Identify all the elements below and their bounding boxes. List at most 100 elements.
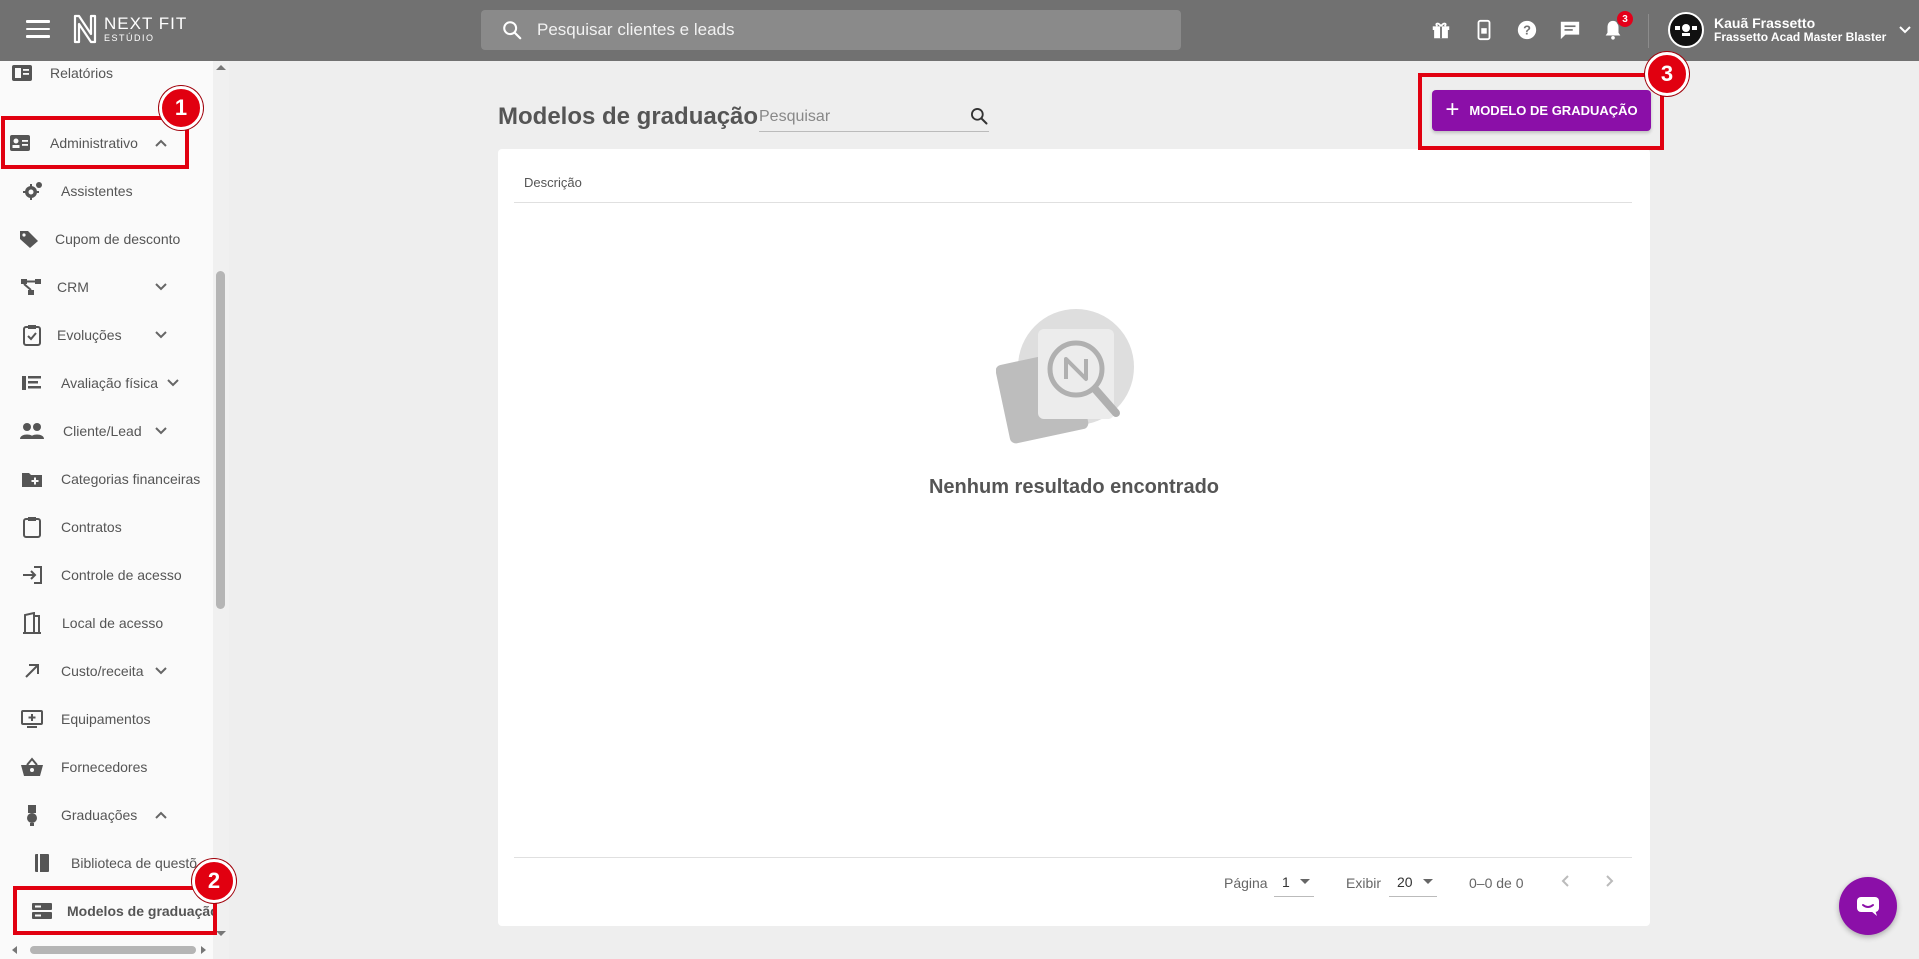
chevron-down-icon <box>1899 26 1912 34</box>
gear-icon <box>20 179 44 203</box>
scroll-up-arrow-icon[interactable] <box>215 63 227 71</box>
medal-icon <box>20 803 44 827</box>
sidebar-item-label: Relatórios <box>50 65 114 81</box>
user-subtitle: Frassetto Acad Master Blaster <box>1714 30 1887 45</box>
chat-support-button[interactable] <box>1839 877 1897 935</box>
sidebar-item-cliente-lead[interactable]: Cliente/Lead <box>0 411 210 451</box>
empty-search-illustration-icon <box>996 309 1134 444</box>
sidebar-item-fornecedores[interactable]: Fornecedores <box>0 747 210 787</box>
sidebar-item-crm[interactable]: CRM <box>0 267 210 307</box>
chevron-down-icon <box>155 331 167 339</box>
search-icon <box>503 21 522 40</box>
plus-icon: + <box>1445 95 1460 123</box>
results-card: Descrição Nenhum resultado encontrado Pá… <box>498 149 1650 926</box>
svg-text:?: ? <box>1523 23 1531 38</box>
topbar-divider <box>1648 14 1649 48</box>
add-graduation-model-button[interactable]: + MODELO DE GRADUAÇÃO <box>1432 90 1651 131</box>
book-icon <box>30 851 54 875</box>
chat-icon[interactable] <box>1557 17 1583 43</box>
gift-icon[interactable] <box>1428 17 1454 43</box>
next-page-button[interactable] <box>1598 869 1622 893</box>
footer-divider <box>514 857 1632 858</box>
page-select[interactable]: 1 <box>1274 867 1314 897</box>
menu-icon[interactable] <box>26 20 50 40</box>
sidebar-item-label: Graduações <box>61 807 138 823</box>
logo-title: NEXT FIT <box>104 14 188 33</box>
sidebar-item-label: Administrativo <box>50 135 138 151</box>
tag-icon <box>17 227 41 251</box>
help-icon[interactable]: ? <box>1514 17 1540 43</box>
chevron-up-icon <box>155 139 167 147</box>
sidebar-item-label: Controle de acesso <box>61 567 182 583</box>
sidebar-item-contratos[interactable]: Contratos <box>0 507 210 547</box>
sidebar-item-label: Equipamentos <box>61 711 151 727</box>
sidebar-item-categorias-financeiras[interactable]: Categorias financeiras <box>0 459 210 499</box>
rows-per-page-value: 20 <box>1397 873 1413 890</box>
report-icon <box>10 61 34 85</box>
crm-icon <box>19 275 43 299</box>
chevron-left-icon <box>1561 875 1569 887</box>
global-search-input[interactable] <box>537 20 1137 40</box>
sidebar-item-label: Avaliação física <box>61 375 159 391</box>
sidebar-item-biblioteca-questoes[interactable]: Biblioteca de questõ <box>0 843 210 883</box>
notifications-bell-icon[interactable]: 3 <box>1600 10 1634 43</box>
annotation-marker-1: 1 <box>159 86 203 130</box>
chevron-down-icon <box>155 667 167 675</box>
chevron-down-icon <box>155 427 167 435</box>
user-menu[interactable]: Kauã Frassetto Frassetto Acad Master Bla… <box>1668 12 1912 48</box>
sidebar-item-local-acesso[interactable]: Local de acesso <box>0 603 210 643</box>
door-icon <box>20 611 44 635</box>
sidebar-item-evolucoes[interactable]: Evoluções <box>0 315 210 355</box>
sidebar-item-cupom[interactable]: Cupom de desconto <box>0 219 210 259</box>
global-search[interactable] <box>481 10 1181 50</box>
sidebar-item-label: Assistentes <box>61 183 133 199</box>
sidebar: Relatórios Administrativo Assistentes Cu… <box>0 61 229 959</box>
caret-down-icon <box>1422 879 1433 884</box>
page-title: Modelos de graduação <box>498 103 759 130</box>
scroll-down-arrow-icon[interactable] <box>215 930 227 938</box>
sidebar-item-label: Cliente/Lead <box>63 423 142 439</box>
folder-add-icon <box>20 467 44 491</box>
sidebar-horizontal-scroll-thumb[interactable] <box>30 946 196 954</box>
people-icon <box>20 419 44 443</box>
clipboard-icon <box>20 323 44 347</box>
clipboard-blank-icon <box>20 515 44 539</box>
search-input[interactable] <box>759 107 959 126</box>
column-header-descricao[interactable]: Descrição <box>524 175 582 190</box>
header-divider <box>514 202 1632 203</box>
avatar <box>1668 12 1704 48</box>
annotation-marker-3: 3 <box>1645 52 1689 96</box>
sidebar-item-avaliacao-fisica[interactable]: Avaliação física <box>0 363 210 403</box>
search-icon[interactable] <box>969 106 989 126</box>
scroll-left-arrow-icon[interactable] <box>10 945 18 955</box>
sidebar-item-graduacoes[interactable]: Graduações <box>0 795 210 835</box>
storage-icon <box>30 899 54 923</box>
rows-per-page-label: Exibir <box>1346 875 1382 891</box>
previous-page-button[interactable] <box>1553 869 1577 893</box>
sidebar-item-custo-receita[interactable]: Custo/receita <box>0 651 210 691</box>
page-search[interactable] <box>759 102 989 132</box>
login-icon <box>20 563 44 587</box>
logo[interactable]: NEXT FIT ESTÚDIO <box>72 14 187 44</box>
range-text: 0–0 de 0 <box>1469 875 1524 891</box>
user-name: Kauã Frassetto <box>1714 15 1816 32</box>
sidebar-item-assistentes[interactable]: Assistentes <box>0 171 210 211</box>
sidebar-item-controle-acesso[interactable]: Controle de acesso <box>0 555 210 595</box>
chevron-up-icon <box>155 811 167 819</box>
chat-bubble-icon <box>1857 897 1879 916</box>
sidebar-item-modelos-graduacao[interactable]: Modelos de graduação <box>0 891 219 931</box>
ruler-icon <box>20 371 44 395</box>
rows-per-page-select[interactable]: 20 <box>1389 867 1437 897</box>
notification-badge: 3 <box>1616 10 1634 28</box>
sidebar-item-label: Contratos <box>61 519 122 535</box>
empty-state-message: Nenhum resultado encontrado <box>928 476 1220 498</box>
sidebar-item-equipamentos[interactable]: Equipamentos <box>0 699 210 739</box>
sidebar-scroll-thumb[interactable] <box>216 271 225 609</box>
page-select-value: 1 <box>1282 873 1290 890</box>
chevron-down-icon <box>155 283 167 291</box>
sidebar-item-label: Biblioteca de questõ <box>71 855 198 871</box>
sidebar-item-label: Modelos de graduação <box>67 903 219 919</box>
scroll-right-arrow-icon[interactable] <box>200 945 208 955</box>
phone-icon[interactable] <box>1471 17 1497 43</box>
top-bar: NEXT FIT ESTÚDIO ? 3 Kauã Frassetto <box>0 0 1919 61</box>
